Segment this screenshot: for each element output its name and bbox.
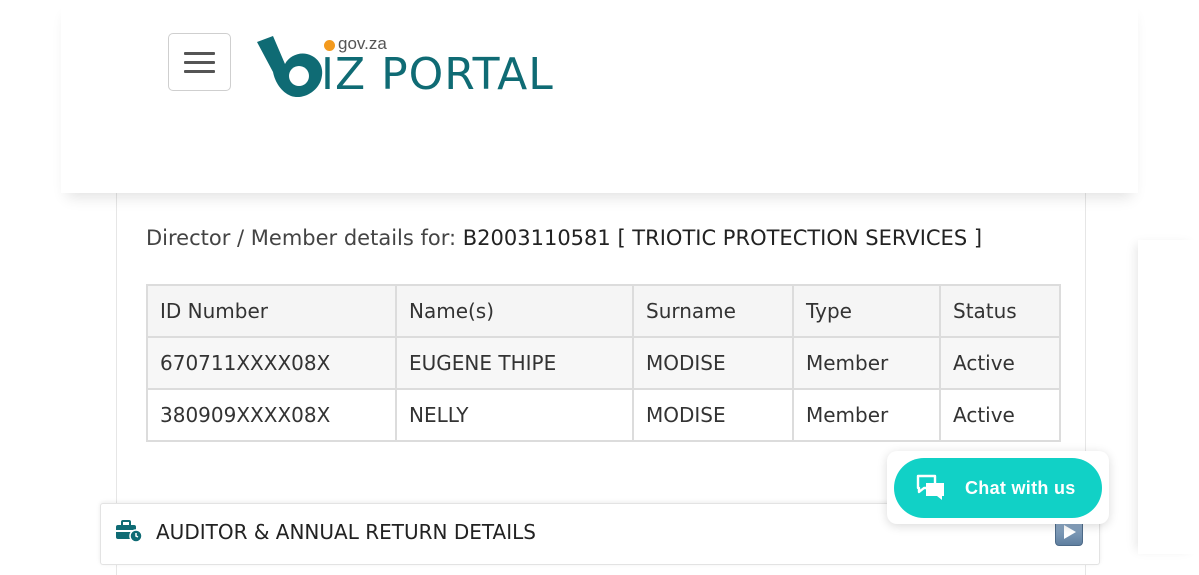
table-cell: 670711XXXX08X xyxy=(146,336,397,390)
bizportal-logo[interactable]: gov.za IZ PORTAL xyxy=(255,32,555,104)
chat-button-label: Chat with us xyxy=(965,478,1076,498)
chat-button[interactable]: Chat with us xyxy=(894,458,1102,518)
column-header: Type xyxy=(792,284,941,338)
column-header: ID Number xyxy=(146,284,397,338)
auditor-section-title: AUDITOR & ANNUAL RETURN DETAILS xyxy=(156,520,536,544)
briefcase-clock-icon xyxy=(116,520,143,543)
hamburger-icon-bar xyxy=(184,70,215,73)
details-label: Director / Member details for: xyxy=(146,226,457,250)
column-header: Surname xyxy=(632,284,794,338)
table-cell: Active xyxy=(939,336,1061,390)
hamburger-icon xyxy=(184,52,215,55)
table-cell: Active xyxy=(939,388,1061,442)
column-header: Status xyxy=(939,284,1061,338)
company-reference: B2003110581 [ TRIOTIC PROTECTION SERVICE… xyxy=(462,226,983,250)
chat-bubbles-icon xyxy=(916,474,944,500)
table-cell: MODISE xyxy=(632,388,794,442)
menu-button[interactable] xyxy=(168,33,231,91)
table-row: 670711XXXX08X EUGENE THIPE MODISE Member… xyxy=(146,336,1061,390)
chat-widget: Chat with us xyxy=(887,451,1109,524)
table-row: 380909XXXX08X NELLY MODISE Member Active xyxy=(146,388,1061,442)
b-logo-icon xyxy=(257,36,323,98)
details-heading: Director / Member details for: B20031105… xyxy=(146,226,982,250)
table-cell: Member xyxy=(792,336,941,390)
table-cell: EUGENE THIPE xyxy=(395,336,634,390)
site-header: gov.za IZ PORTAL xyxy=(61,0,1138,193)
table-cell: MODISE xyxy=(632,336,794,390)
table-cell: NELLY xyxy=(395,388,634,442)
hamburger-icon-bar xyxy=(184,61,215,64)
table-header-row: ID Number Name(s) Surname Type Status xyxy=(146,284,1061,338)
side-panel xyxy=(1138,240,1199,554)
column-header: Name(s) xyxy=(395,284,634,338)
table-cell: 380909XXXX08X xyxy=(146,388,397,442)
logo-wordmark: IZ PORTAL xyxy=(321,49,554,100)
table-cell: Member xyxy=(792,388,941,442)
members-table: ID Number Name(s) Surname Type Status 67… xyxy=(146,284,1061,442)
